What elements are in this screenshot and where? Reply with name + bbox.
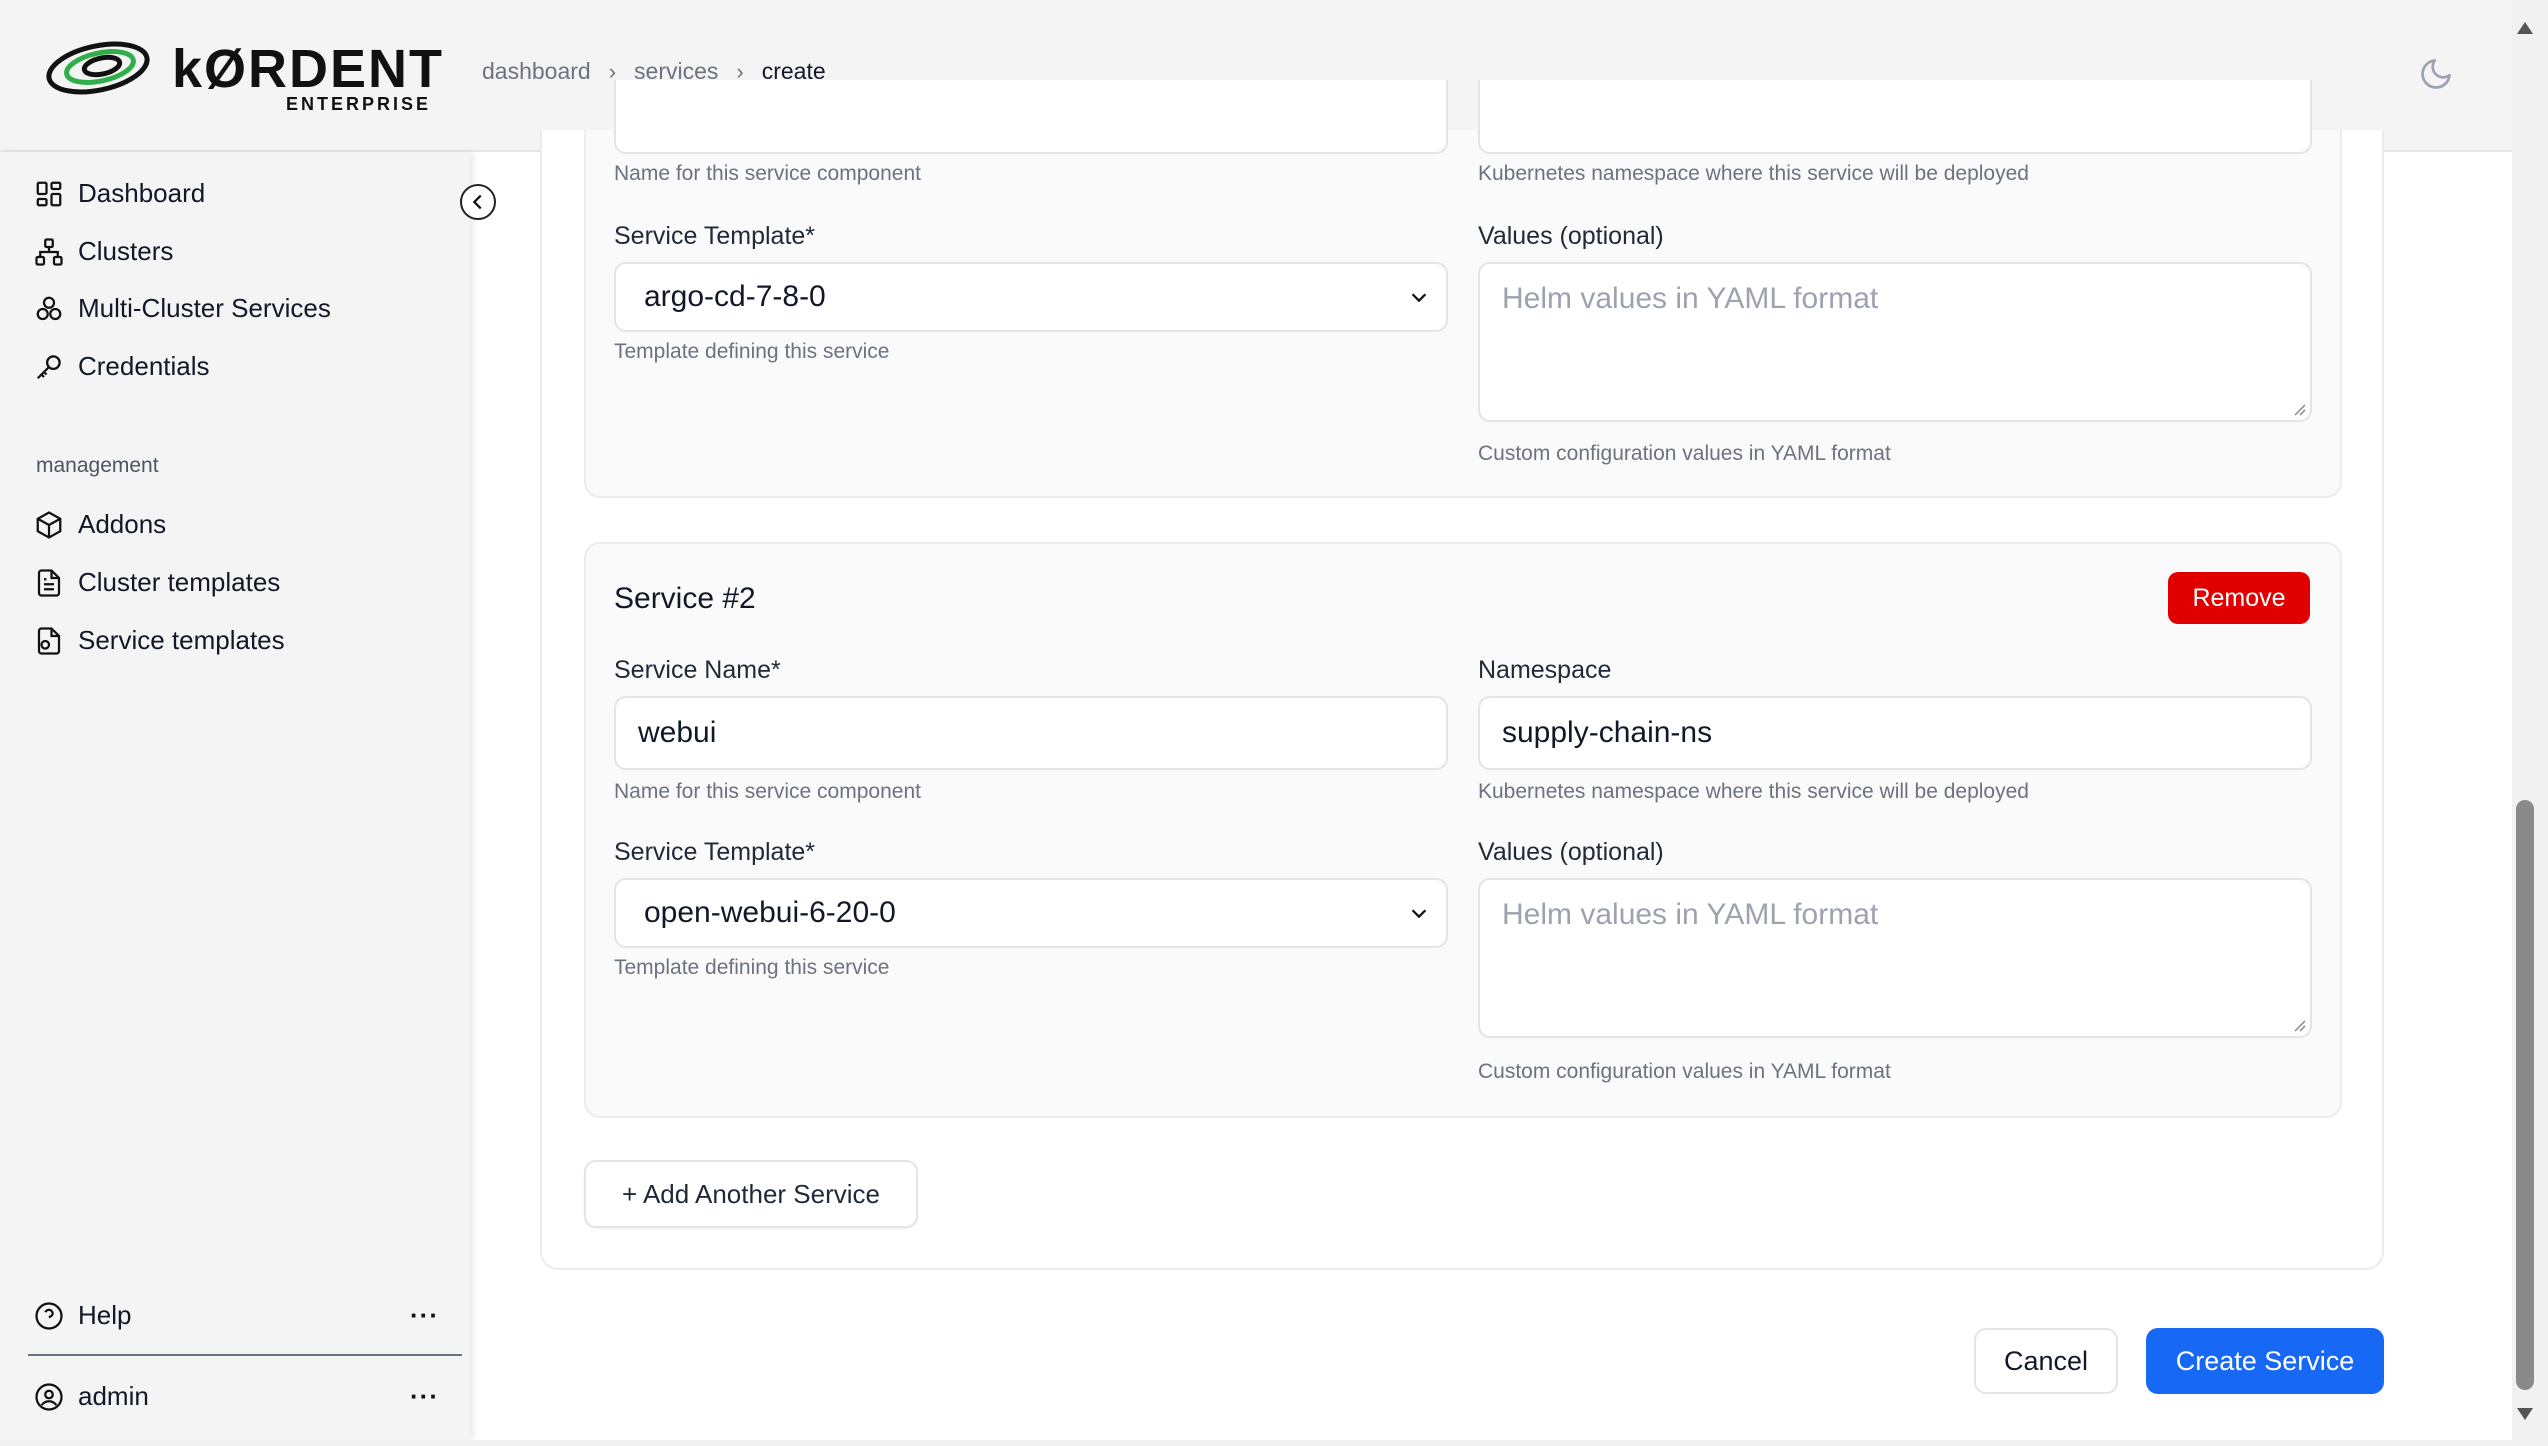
service-1-values-textarea[interactable]: Helm values in YAML format <box>1478 262 2312 422</box>
service-2-values-textarea[interactable]: Helm values in YAML format <box>1478 878 2312 1038</box>
resize-handle-icon[interactable] <box>2292 1018 2306 1032</box>
service-1-namespace-input[interactable] <box>1478 80 2312 154</box>
sidebar-divider <box>28 1354 462 1356</box>
service-2-title: Service #2 <box>614 582 756 615</box>
sidebar: Dashboard Clusters Multi-Cluster Service… <box>0 152 470 1440</box>
sidebar-item-service-templates[interactable]: Service templates <box>34 625 285 656</box>
collapse-sidebar-button[interactable] <box>460 184 496 220</box>
user-circle-icon <box>34 1382 64 1412</box>
cancel-button[interactable]: Cancel <box>1974 1328 2118 1394</box>
moon-icon <box>2421 59 2451 89</box>
service-1-template-label: Service Template* <box>614 222 816 250</box>
service-2-template-hint: Template defining this service <box>614 956 890 979</box>
service-1-template-select[interactable]: argo-cd-7-8-0 <box>614 262 1448 332</box>
key-icon <box>34 352 64 382</box>
sidebar-item-user[interactable]: admin <box>34 1381 149 1412</box>
scroll-down-arrow-icon[interactable] <box>2514 1404 2536 1424</box>
service-2-values-placeholder: Helm values in YAML format <box>1502 898 1879 931</box>
file-code-icon <box>34 626 64 656</box>
dashboard-grid-icon <box>34 179 64 209</box>
sidebar-item-label: admin <box>78 1381 149 1411</box>
service-2-template-value: open-webui-6-20-0 <box>644 896 896 929</box>
dark-mode-toggle[interactable] <box>2418 56 2454 92</box>
service-2-values-hint: Custom configuration values in YAML form… <box>1478 1060 1891 1083</box>
service-1-template-value: argo-cd-7-8-0 <box>644 280 826 313</box>
user-more-button[interactable]: ··· <box>410 1381 439 1412</box>
sidebar-item-label: Credentials <box>78 351 210 381</box>
service-1-namespace-hint: Kubernetes namespace where this service … <box>1478 162 2029 185</box>
sidebar-item-label: Dashboard <box>78 178 206 208</box>
sidebar-item-dashboard[interactable]: Dashboard <box>34 178 205 209</box>
service-2-namespace-value: supply-chain-ns <box>1502 716 1713 749</box>
package-icon <box>34 510 64 540</box>
help-circle-icon <box>34 1301 64 1331</box>
chevron-down-icon <box>1411 293 1427 303</box>
resize-handle-icon[interactable] <box>2292 402 2306 416</box>
service-2-name-input[interactable]: webui <box>614 696 1448 770</box>
service-2-namespace-label: Namespace <box>1478 656 1612 684</box>
section-label-management: management <box>36 454 159 477</box>
service-2-name-hint: Name for this service component <box>614 780 921 803</box>
service-2-values-label: Values (optional) <box>1478 838 1664 866</box>
service-2-namespace-input[interactable]: supply-chain-ns <box>1478 696 2312 770</box>
sidebar-item-label: Service templates <box>78 625 285 655</box>
sidebar-item-label: Addons <box>78 509 167 539</box>
brand-subtitle: ENTERPRISE <box>286 94 432 114</box>
add-another-service-button[interactable]: + Add Another Service <box>584 1160 918 1228</box>
boxes-icon <box>34 294 64 324</box>
sidebar-item-credentials[interactable]: Credentials <box>34 351 210 382</box>
sidebar-item-clusters[interactable]: Clusters <box>34 236 173 267</box>
sidebar-item-cluster-templates[interactable]: Cluster templates <box>34 567 280 598</box>
sidebar-item-label: Help <box>78 1300 132 1330</box>
brand-name: kØRDENT <box>172 39 445 99</box>
sidebar-item-label: Multi-Cluster Services <box>78 293 331 323</box>
service-2-template-label: Service Template* <box>614 838 816 866</box>
logo-swirl-icon <box>46 41 150 95</box>
sidebar-item-multi-cluster-services[interactable]: Multi-Cluster Services <box>34 293 331 324</box>
scroll-up-arrow-icon[interactable] <box>2514 18 2536 38</box>
sidebar-item-help[interactable]: Help <box>34 1300 131 1331</box>
service-2-name-value: webui <box>638 716 717 749</box>
help-more-button[interactable]: ··· <box>410 1300 439 1331</box>
create-service-button[interactable]: Create Service <box>2146 1328 2384 1394</box>
kordent-logo[interactable]: kØRDENT ENTERPRISE <box>46 34 442 120</box>
service-1-values-label: Values (optional) <box>1478 222 1664 250</box>
service-1-name-input[interactable] <box>614 80 1448 154</box>
service-1-values-hint: Custom configuration values in YAML form… <box>1478 442 1891 465</box>
window-bottom-edge <box>0 1440 2548 1446</box>
chevron-left-icon <box>472 194 482 210</box>
service-1-template-hint: Template defining this service <box>614 340 890 363</box>
file-icon <box>34 568 64 598</box>
remove-service-button[interactable]: Remove <box>2168 572 2310 624</box>
scrollbar-thumb[interactable] <box>2516 800 2534 1390</box>
network-icon <box>34 237 64 267</box>
service-2-namespace-hint: Kubernetes namespace where this service … <box>1478 780 2029 803</box>
chevron-down-icon <box>1411 909 1427 919</box>
service-2-template-select[interactable]: open-webui-6-20-0 <box>614 878 1448 948</box>
service-1-values-placeholder: Helm values in YAML format <box>1502 282 1879 315</box>
service-1-name-hint: Name for this service component <box>614 162 921 185</box>
service-2-name-label: Service Name* <box>614 656 781 684</box>
breadcrumb-dashboard[interactable]: dashboard <box>482 58 591 85</box>
sidebar-item-label: Cluster templates <box>78 567 281 597</box>
sidebar-item-addons[interactable]: Addons <box>34 509 166 540</box>
sidebar-item-label: Clusters <box>78 236 174 266</box>
